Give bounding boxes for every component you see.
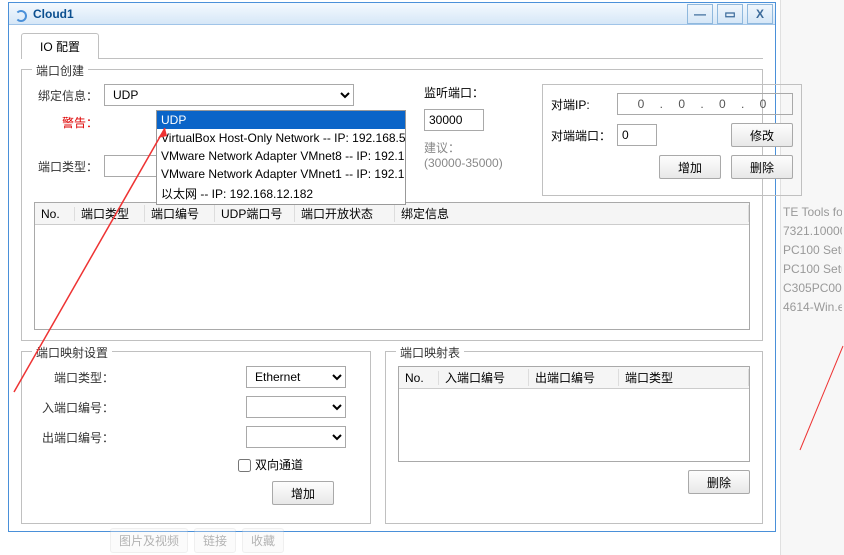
delete-map-button[interactable]: 删除 — [688, 470, 750, 494]
th-status: 端口开放状态 — [295, 205, 395, 222]
tab-strip: IO 配置 — [21, 33, 763, 59]
suggest-label: 建议： — [424, 139, 460, 156]
bi-channel-check[interactable]: 双向通道 — [238, 456, 303, 473]
out-port-select[interactable] — [246, 426, 346, 448]
listen-port-input[interactable] — [424, 109, 484, 131]
th-bind: 绑定信息 — [395, 205, 749, 222]
dropdown-option[interactable]: VMware Network Adapter VMnet1 -- IP: 192… — [157, 165, 405, 183]
mth-in: 入端口编号 — [439, 369, 529, 386]
th-port-num: 端口编号 — [145, 205, 215, 222]
mth-type: 端口类型 — [619, 369, 749, 386]
peer-port-input[interactable] — [617, 124, 657, 146]
in-port-select[interactable] — [246, 396, 346, 418]
port-table: No. 端口类型 端口编号 UDP端口号 端口开放状态 绑定信息 — [34, 202, 750, 330]
port-map-table-group: 端口映射表 No. 入端口编号 出端口编号 端口类型 删除 — [385, 351, 763, 524]
map-type-label: 端口类型： — [34, 369, 114, 386]
warn-label: 警告： — [34, 114, 98, 131]
mth-out: 出端口编号 — [529, 369, 619, 386]
modify-button[interactable]: 修改 — [731, 123, 793, 147]
port-map-table-legend: 端口映射表 — [396, 344, 464, 361]
bind-dropdown-list[interactable]: UDP VirtualBox Host-Only Network -- IP: … — [156, 110, 406, 205]
window-title: Cloud1 — [33, 7, 74, 21]
bind-select[interactable]: UDP — [104, 84, 354, 106]
bind-label: 绑定信息： — [34, 87, 98, 104]
dropdown-option[interactable]: UDP — [157, 111, 405, 129]
cloud1-window: Cloud1 — ▭ X IO 配置 端口创建 绑定信息： UDP — [8, 2, 776, 532]
port-type-label: 端口类型： — [34, 158, 98, 175]
add-map-button[interactable]: 增加 — [272, 481, 334, 505]
port-create-legend: 端口创建 — [32, 62, 88, 79]
minimize-button[interactable]: — — [687, 4, 713, 24]
th-no: No. — [35, 207, 75, 221]
mth-no: No. — [399, 371, 439, 385]
add-port-button[interactable]: 增加 — [659, 155, 721, 179]
delete-port-button[interactable]: 删除 — [731, 155, 793, 179]
tab-io-config[interactable]: IO 配置 — [21, 33, 99, 59]
background-tabs: 图片及视频链接收藏 — [110, 528, 284, 553]
th-udp: UDP端口号 — [215, 205, 295, 222]
app-icon — [13, 6, 29, 22]
th-type: 端口类型 — [75, 205, 145, 222]
title-bar: Cloud1 — ▭ X — [9, 3, 775, 25]
close-button[interactable]: X — [747, 4, 773, 24]
suggest-range: (30000-35000) — [424, 156, 503, 170]
port-map-set-legend: 端口映射设置 — [32, 344, 112, 361]
peer-ip-label: 对端IP: — [551, 96, 611, 113]
peer-port-label: 对端端口： — [551, 127, 611, 144]
out-port-label: 出端口编号： — [34, 429, 114, 446]
in-port-label: 入端口编号： — [34, 399, 114, 416]
map-type-select[interactable]: Ethernet — [246, 366, 346, 388]
dropdown-option[interactable]: 以太网 -- IP: 192.168.12.182 — [157, 183, 405, 204]
maximize-button[interactable]: ▭ — [717, 4, 743, 24]
port-create-group: 端口创建 绑定信息： UDP 警告： 端口类型： — [21, 69, 763, 341]
map-table: No. 入端口编号 出端口编号 端口类型 — [398, 366, 750, 462]
dropdown-option[interactable]: VirtualBox Host-Only Network -- IP: 192.… — [157, 129, 405, 147]
dropdown-option[interactable]: VMware Network Adapter VMnet8 -- IP: 192… — [157, 147, 405, 165]
port-map-set-group: 端口映射设置 端口类型： Ethernet 入端口编号： 出端口编号： — [21, 351, 371, 524]
listen-port-label: 监听端口： — [424, 84, 484, 101]
peer-ip-input[interactable]: 0 . 0 . 0 . 0 — [617, 93, 793, 115]
